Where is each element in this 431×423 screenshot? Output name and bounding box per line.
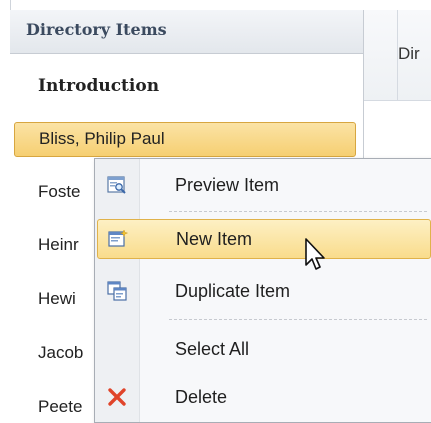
- menu-item-select-all[interactable]: Select All: [97, 329, 429, 369]
- sidebar-item-label: Jacob: [38, 343, 84, 362]
- content-header: Dir: [364, 10, 431, 101]
- menu-item-label: Duplicate Item: [175, 281, 291, 301]
- menu-item-preview-item[interactable]: Preview Item: [97, 165, 429, 205]
- menu-item-label: Select All: [175, 339, 250, 359]
- new-item-icon: [108, 229, 129, 249]
- sidebar-item-label: Foste: [38, 182, 81, 201]
- sidebar-item-label: Bliss, Philip Paul: [39, 129, 165, 148]
- delete-x-icon: [107, 387, 127, 407]
- sidebar-item-introduction[interactable]: Introduction: [14, 70, 354, 102]
- menu-separator: [169, 319, 427, 320]
- menu-item-label: Preview Item: [175, 175, 280, 195]
- window-frame: Directory Items Introduction Bliss, Phil…: [0, 0, 431, 423]
- menu-item-new-item[interactable]: New Item: [97, 219, 431, 259]
- mouse-pointer-icon: [305, 238, 325, 270]
- sidebar-item-label: Peete: [38, 397, 83, 416]
- menu-item-label: Delete: [175, 387, 228, 407]
- sidebar-header: Directory Items: [10, 10, 363, 54]
- sidebar-item-selected[interactable]: Bliss, Philip Paul: [14, 122, 356, 157]
- sidebar-title: Directory Items: [26, 20, 167, 39]
- preview-item-icon: [107, 175, 127, 195]
- menu-separator: [169, 211, 427, 212]
- content-header-label: Dir: [398, 44, 420, 63]
- menu-item-delete[interactable]: Delete: [97, 377, 429, 417]
- duplicate-item-icon: [107, 281, 127, 301]
- sidebar-item-label: Heinr: [38, 235, 79, 254]
- sidebar-item-label: Hewi: [38, 289, 76, 308]
- context-menu: Preview Item New Item Duplicate Item Sel…: [94, 158, 431, 423]
- menu-item-label: New Item: [176, 229, 253, 249]
- sidebar-item-label: Introduction: [38, 76, 160, 96]
- menu-item-duplicate-item[interactable]: Duplicate Item: [97, 271, 429, 311]
